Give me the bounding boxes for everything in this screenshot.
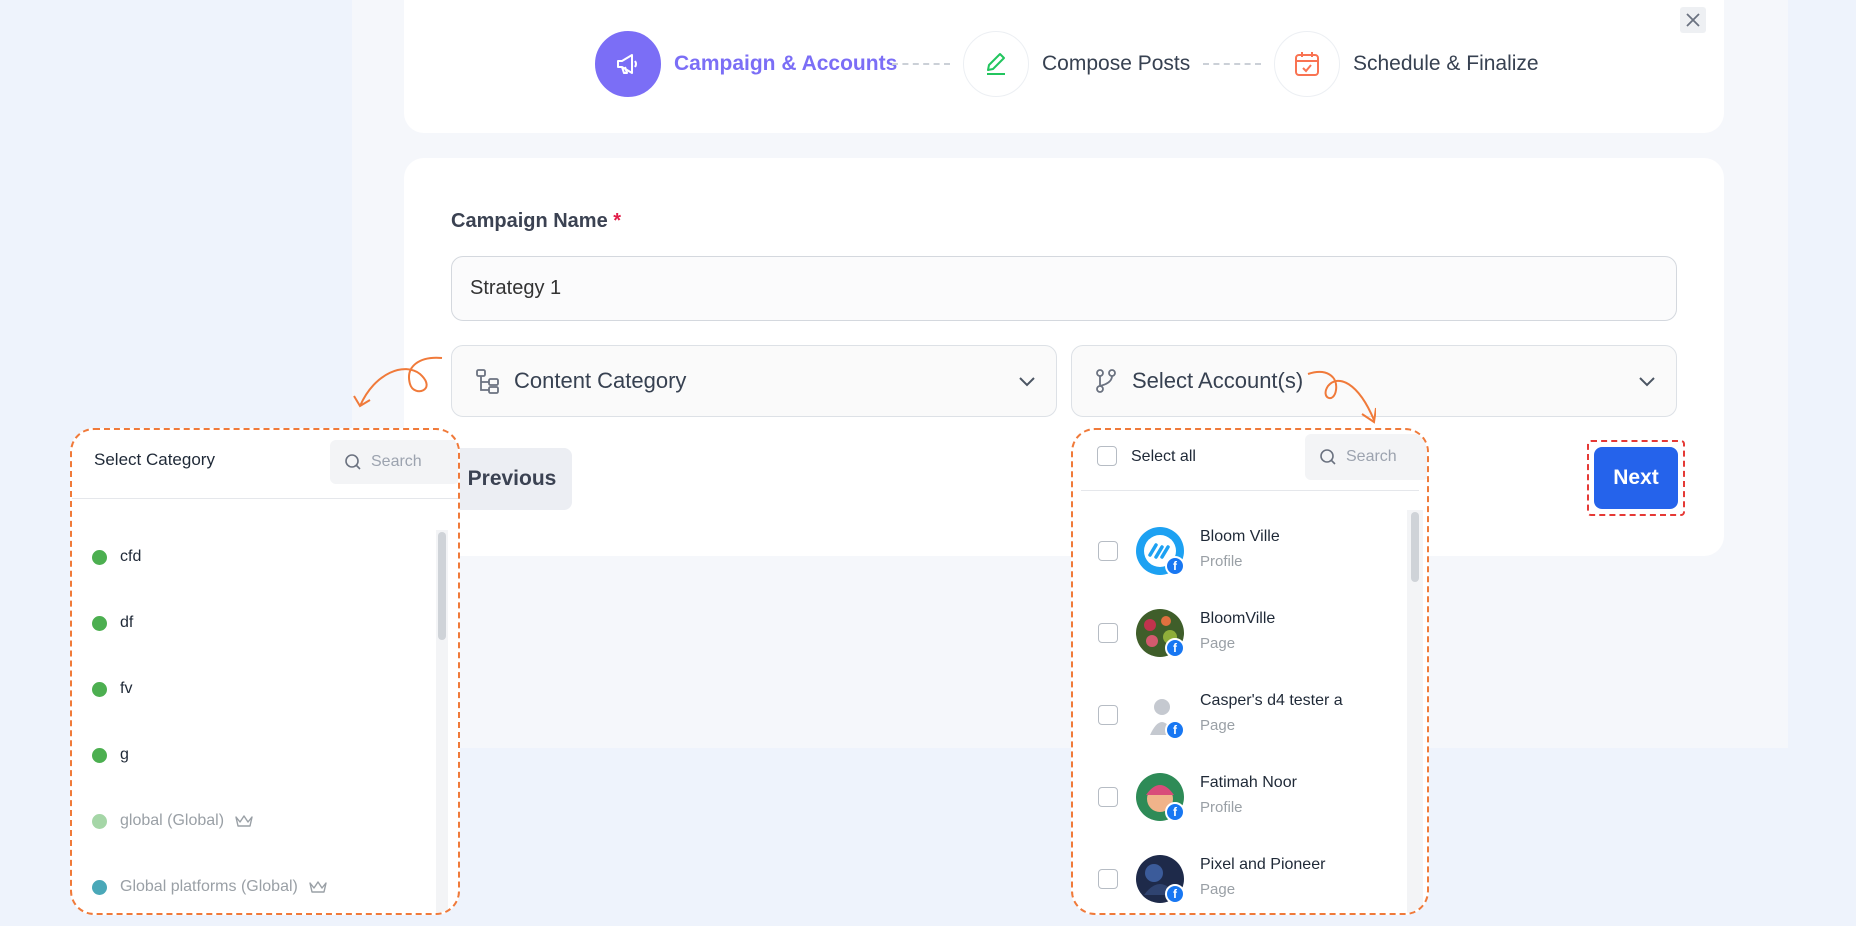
popover-divider bbox=[72, 498, 458, 499]
content-category-placeholder: Content Category bbox=[514, 368, 687, 393]
category-label: fv bbox=[120, 680, 133, 697]
facebook-icon: f bbox=[1165, 884, 1185, 904]
avatar: f bbox=[1136, 691, 1185, 740]
facebook-icon: f bbox=[1165, 720, 1185, 740]
category-label: df bbox=[120, 614, 134, 631]
category-search-placeholder: Search bbox=[371, 453, 422, 470]
avatar: f bbox=[1136, 527, 1185, 576]
facebook-icon: f bbox=[1165, 802, 1185, 822]
close-button[interactable] bbox=[1680, 7, 1706, 33]
account-row[interactable]: f Casper's d4 tester a Page bbox=[1073, 680, 1393, 762]
account-row[interactable]: f Bloom Ville Profile bbox=[1073, 516, 1393, 598]
category-label: Global platforms (Global) bbox=[120, 878, 298, 895]
step-2-circle bbox=[963, 31, 1029, 97]
account-checkbox[interactable] bbox=[1098, 787, 1118, 807]
select-all-label: Select all bbox=[1131, 448, 1196, 465]
account-type: Page bbox=[1200, 717, 1236, 734]
step-1-label: Campaign & Accounts bbox=[674, 52, 898, 75]
category-tree-icon bbox=[476, 369, 499, 394]
category-label: g bbox=[120, 746, 129, 763]
account-type: Page bbox=[1200, 635, 1236, 652]
facebook-icon: f bbox=[1165, 638, 1185, 658]
category-color-dot bbox=[92, 747, 107, 763]
chevron-down-icon bbox=[1639, 377, 1655, 387]
select-all-checkbox[interactable] bbox=[1097, 446, 1117, 466]
accounts-scrollbar-thumb[interactable] bbox=[1411, 512, 1419, 582]
category-color-dot bbox=[92, 879, 107, 895]
step-schedule-finalize[interactable]: Schedule & Finalize bbox=[1274, 31, 1539, 97]
category-color-dot bbox=[92, 615, 107, 631]
step-3-circle bbox=[1274, 31, 1340, 97]
step-campaign-accounts[interactable]: Campaign & Accounts bbox=[595, 31, 897, 97]
account-checkbox[interactable] bbox=[1098, 869, 1118, 889]
accounts-search-placeholder: Search bbox=[1346, 448, 1397, 465]
account-row[interactable]: f Pixel and Pioneer Page bbox=[1073, 844, 1393, 913]
category-item[interactable]: global (Global) bbox=[92, 812, 254, 830]
step-connector bbox=[1203, 63, 1261, 65]
required-asterisk: * bbox=[613, 210, 622, 232]
accounts-search-input[interactable]: Search bbox=[1305, 434, 1427, 480]
branch-icon bbox=[1096, 369, 1116, 393]
chevron-down-icon bbox=[1019, 377, 1035, 387]
category-item[interactable]: df bbox=[92, 614, 133, 632]
category-item[interactable]: cfd bbox=[92, 548, 141, 566]
megaphone-icon bbox=[617, 54, 637, 74]
avatar: f bbox=[1136, 609, 1185, 658]
select-category-title: Select Category bbox=[94, 450, 215, 469]
category-color-dot bbox=[92, 549, 107, 565]
account-type: Page bbox=[1200, 881, 1236, 898]
step-2-label: Compose Posts bbox=[1042, 52, 1191, 75]
annotation-arrow-left bbox=[353, 356, 443, 408]
search-icon bbox=[345, 454, 361, 470]
category-color-dot bbox=[92, 681, 107, 697]
account-name: Fatimah Noor bbox=[1200, 774, 1297, 791]
step-1-circle bbox=[595, 31, 661, 97]
next-button[interactable]: Next bbox=[1594, 447, 1678, 509]
account-row[interactable]: f Fatimah Noor Profile bbox=[1073, 762, 1393, 844]
category-search-input[interactable]: Search bbox=[330, 440, 458, 484]
select-accounts-placeholder: Select Account(s) bbox=[1132, 368, 1304, 393]
crown-icon bbox=[308, 879, 328, 895]
account-type: Profile bbox=[1200, 553, 1243, 570]
campaign-name-input[interactable] bbox=[451, 256, 1677, 321]
avatar: f bbox=[1136, 855, 1185, 904]
step-connector bbox=[892, 63, 950, 65]
step-compose-posts[interactable]: Compose Posts bbox=[963, 31, 1190, 97]
facebook-icon: f bbox=[1165, 556, 1185, 576]
account-checkbox[interactable] bbox=[1098, 705, 1118, 725]
account-checkbox[interactable] bbox=[1098, 541, 1118, 561]
category-color-dot bbox=[92, 813, 107, 829]
popover-divider bbox=[1081, 490, 1419, 491]
avatar: f bbox=[1136, 773, 1185, 822]
category-label: global (Global) bbox=[120, 812, 225, 829]
content-category-dropdown[interactable]: Content Category bbox=[451, 345, 1057, 417]
select-accounts-popover: Select all Search f Bloom Ville Profile bbox=[1071, 428, 1429, 915]
account-name: Bloom Ville bbox=[1200, 528, 1280, 545]
category-label: cfd bbox=[120, 548, 142, 565]
category-item[interactable]: Global platforms (Global) bbox=[92, 878, 328, 896]
campaign-name-label: Campaign Name * bbox=[451, 210, 621, 233]
account-name: BloomVille bbox=[1200, 610, 1276, 627]
previous-button[interactable]: Previous bbox=[452, 448, 572, 510]
annotation-arrow-right bbox=[1307, 371, 1376, 424]
category-scrollbar-thumb[interactable] bbox=[438, 532, 446, 640]
step-3-label: Schedule & Finalize bbox=[1353, 52, 1539, 75]
close-icon bbox=[1686, 13, 1700, 27]
calendar-check-icon bbox=[1295, 52, 1319, 76]
crown-icon bbox=[234, 813, 254, 829]
search-icon bbox=[1320, 449, 1336, 465]
account-row[interactable]: f BloomVille Page bbox=[1073, 598, 1393, 680]
category-item[interactable]: g bbox=[92, 746, 129, 764]
category-item[interactable]: fv bbox=[92, 680, 132, 698]
account-name: Pixel and Pioneer bbox=[1200, 856, 1326, 873]
select-category-popover: Select Category Search cfd df fv g globa… bbox=[70, 428, 460, 915]
account-name: Casper's d4 tester a bbox=[1200, 692, 1343, 709]
pencil-icon bbox=[987, 53, 1005, 75]
campaign-name-label-text: Campaign Name bbox=[451, 210, 608, 232]
account-type: Profile bbox=[1200, 799, 1243, 816]
account-checkbox[interactable] bbox=[1098, 623, 1118, 643]
